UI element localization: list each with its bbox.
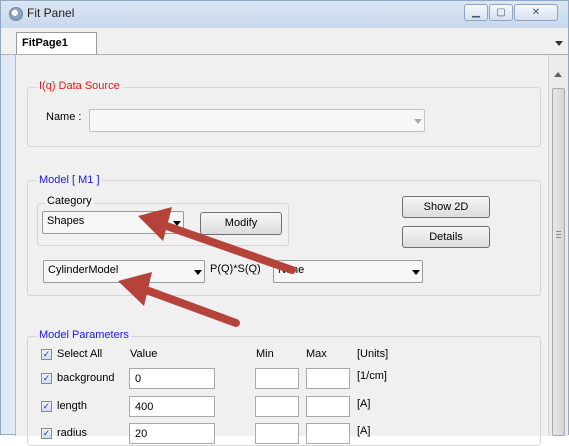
length-param-label: length bbox=[57, 400, 87, 412]
chevron-down-icon bbox=[194, 270, 202, 275]
scroll-thumb[interactable] bbox=[552, 88, 565, 436]
min-header: Min bbox=[256, 348, 274, 360]
radius-value: 20 bbox=[135, 428, 148, 440]
background-max-input[interactable] bbox=[306, 368, 350, 389]
modify-button[interactable]: Modify bbox=[200, 212, 282, 235]
data-source-legend: I(q) Data Source bbox=[37, 80, 122, 92]
select-all-checkbox[interactable]: ✓ bbox=[41, 349, 52, 360]
radius-min-input[interactable] bbox=[255, 423, 299, 444]
background-value: 0 bbox=[135, 373, 142, 385]
vertical-scrollbar[interactable] bbox=[548, 55, 568, 436]
scroll-grip-icon bbox=[556, 231, 561, 240]
show-2d-button[interactable]: Show 2D bbox=[402, 196, 490, 218]
tab-label: FitPage1 bbox=[22, 37, 68, 49]
tab-strip: FitPage1 bbox=[1, 28, 568, 55]
units-header: [Units] bbox=[357, 348, 389, 360]
window-title: Fit Panel bbox=[27, 6, 75, 20]
chevron-down-icon bbox=[414, 119, 422, 124]
model-value: CylinderModel bbox=[48, 264, 119, 276]
background-min-input[interactable] bbox=[255, 368, 299, 389]
length-max-input[interactable] bbox=[306, 396, 350, 417]
name-label: Name : bbox=[46, 111, 82, 123]
structure-factor-label: P(Q)*S(Q) bbox=[210, 263, 261, 275]
maximize-icon: ▢ bbox=[496, 7, 506, 18]
category-combo[interactable]: Shapes bbox=[42, 211, 184, 234]
model-parameters-legend: Model Parameters bbox=[37, 329, 131, 341]
title-bar[interactable]: Fit Panel ▁ ▢ ✕ bbox=[1, 1, 568, 29]
radius-value-input[interactable]: 20 bbox=[129, 423, 215, 444]
scroll-up-icon[interactable] bbox=[554, 72, 562, 77]
details-button[interactable]: Details bbox=[402, 226, 490, 248]
radius-unit: [A] bbox=[357, 425, 371, 437]
chevron-down-icon bbox=[412, 270, 420, 275]
close-icon: ✕ bbox=[531, 7, 541, 18]
structure-factor-combo[interactable]: None bbox=[273, 260, 423, 283]
radius-checkbox[interactable]: ✓ bbox=[41, 428, 52, 439]
structure-factor-value: None bbox=[278, 264, 305, 276]
category-label: Category bbox=[45, 195, 94, 207]
max-header: Max bbox=[306, 348, 327, 360]
chevron-down-icon bbox=[173, 221, 181, 226]
length-unit: [A] bbox=[357, 398, 371, 410]
radius-max-input[interactable] bbox=[306, 423, 350, 444]
background-unit: [1/cm] bbox=[357, 370, 387, 382]
background-param-label: background bbox=[57, 372, 115, 384]
background-value-input[interactable]: 0 bbox=[129, 368, 215, 389]
length-min-input[interactable] bbox=[255, 396, 299, 417]
select-all-label: Select All bbox=[57, 348, 103, 360]
minimize-button[interactable]: ▁ bbox=[464, 4, 488, 21]
maximize-button[interactable]: ▢ bbox=[489, 4, 513, 21]
app-icon bbox=[9, 7, 23, 21]
length-checkbox[interactable]: ✓ bbox=[41, 401, 52, 412]
length-value-input[interactable]: 400 bbox=[129, 396, 215, 417]
background-checkbox[interactable]: ✓ bbox=[41, 373, 52, 384]
model-combo[interactable]: CylinderModel bbox=[43, 260, 205, 283]
length-value: 400 bbox=[135, 401, 154, 413]
tab-fitpage1[interactable]: FitPage1 bbox=[16, 32, 97, 54]
model-legend: Model [ M1 ] bbox=[37, 174, 102, 186]
tab-menu-arrow-icon[interactable] bbox=[555, 41, 563, 46]
value-header: Value bbox=[130, 348, 158, 360]
radius-param-label: radius bbox=[57, 427, 87, 439]
minimize-icon: ▁ bbox=[472, 7, 480, 18]
category-value: Shapes bbox=[47, 215, 85, 227]
close-button[interactable]: ✕ bbox=[514, 4, 558, 21]
data-name-combo[interactable] bbox=[89, 109, 425, 132]
